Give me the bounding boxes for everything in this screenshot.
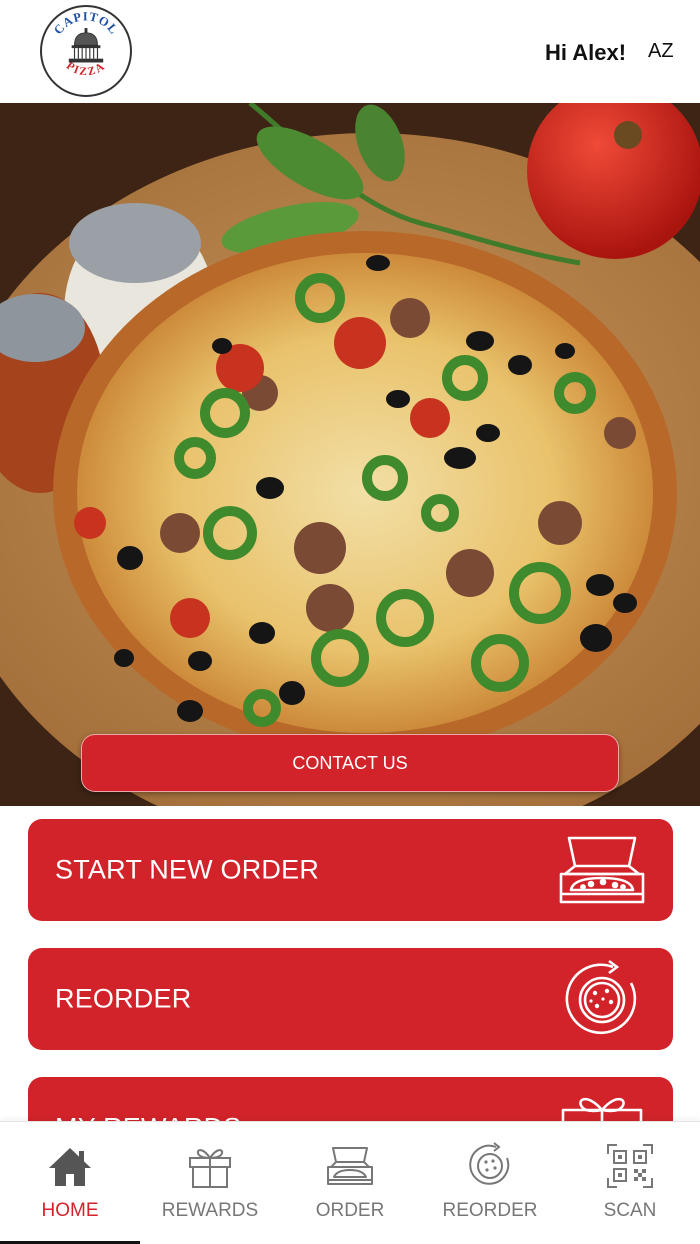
nav-reorder[interactable]: REORDER <box>420 1122 560 1244</box>
reorder-pizza-icon <box>557 957 647 1041</box>
qr-code-icon <box>605 1142 655 1190</box>
pizza-box-icon <box>557 828 647 912</box>
svg-text:PIZZA: PIZZA <box>64 60 108 79</box>
start-new-order-button[interactable]: START NEW ORDER <box>28 819 673 921</box>
capitol-dome-icon: CAPITOL PIZZA <box>51 9 120 79</box>
nav-home-label: HOME <box>41 1200 99 1221</box>
capitol-pizza-logo[interactable]: CAPITOL PIZZA <box>40 5 132 97</box>
nav-rewards[interactable]: REWARDS <box>140 1122 280 1244</box>
reorder-pizza-icon <box>465 1142 515 1190</box>
state-indicator[interactable]: AZ <box>648 40 674 63</box>
app-header: CAPITOL PIZZA Hi Alex! AZ <box>0 0 700 103</box>
nav-reorder-label: REORDER <box>442 1200 538 1221</box>
nav-order-label: ORDER <box>315 1200 385 1221</box>
reorder-button[interactable]: REORDER <box>28 948 673 1050</box>
nav-rewards-label: REWARDS <box>161 1200 259 1221</box>
contact-us-button[interactable]: CONTACT US <box>81 734 619 792</box>
nav-home[interactable]: HOME <box>0 1122 140 1244</box>
pizza-photo <box>0 103 700 806</box>
pizza-box-icon <box>325 1142 375 1190</box>
home-icon <box>45 1142 95 1190</box>
start-new-order-label: START NEW ORDER <box>55 854 320 885</box>
hero-banner: CONTACT US <box>0 103 700 806</box>
user-greeting: Hi Alex! <box>545 40 627 65</box>
nav-order[interactable]: ORDER <box>280 1122 420 1244</box>
bottom-navigation: HOME REWARDS ORDER REORDER SCAN <box>0 1121 700 1244</box>
gift-icon <box>185 1142 235 1190</box>
nav-scan-label: SCAN <box>603 1200 657 1221</box>
reorder-label: REORDER <box>55 983 192 1014</box>
nav-scan[interactable]: SCAN <box>560 1122 700 1244</box>
